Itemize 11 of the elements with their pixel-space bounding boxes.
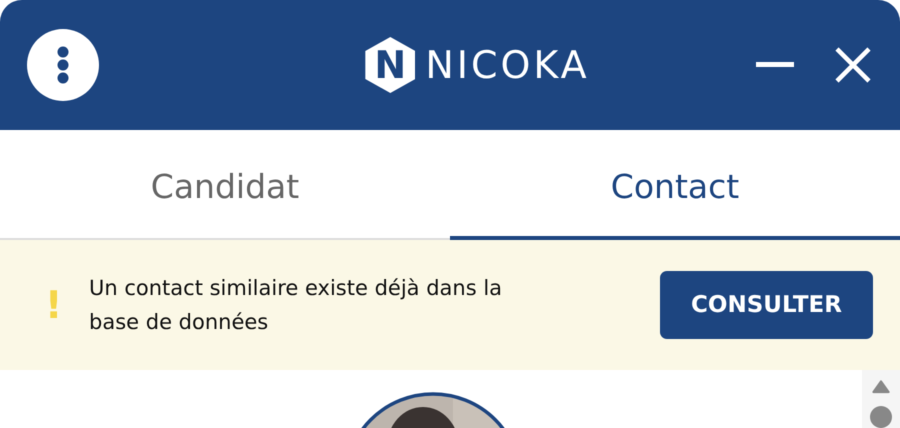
exclamation-mark: ! bbox=[45, 283, 64, 327]
consult-button[interactable]: CONSULTER bbox=[660, 271, 873, 339]
minimize-button[interactable] bbox=[756, 62, 794, 68]
tab[interactable]: Candidat bbox=[0, 130, 450, 240]
scroll-thumb[interactable] bbox=[870, 406, 892, 428]
logo-text: NICOKA bbox=[425, 43, 590, 87]
alert-message: Un contact similaire existe déjà dans la base de données bbox=[89, 275, 504, 336]
close-button[interactable] bbox=[834, 46, 872, 84]
more-icon bbox=[56, 45, 70, 85]
logo-mark: N bbox=[365, 37, 416, 93]
scrollbar[interactable] bbox=[862, 370, 900, 428]
